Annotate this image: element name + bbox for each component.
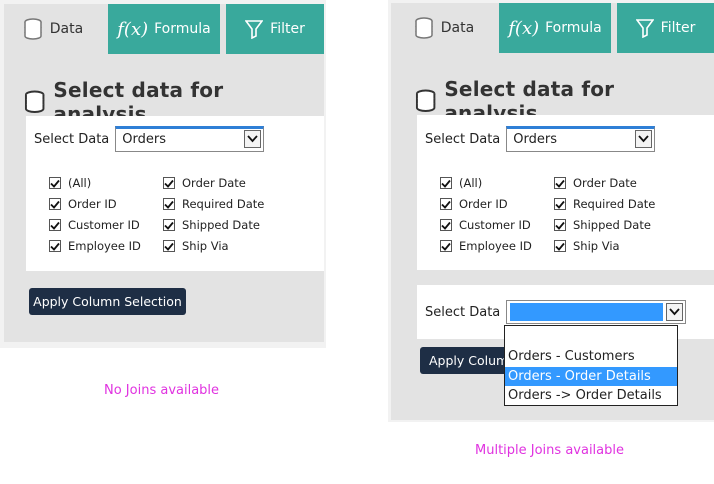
checkmark-icon	[554, 240, 566, 252]
tab-data[interactable]: Data	[4, 4, 102, 54]
tab-filter[interactable]: Filter	[617, 3, 714, 53]
filter-icon	[245, 19, 264, 39]
chevron-down-icon[interactable]	[244, 130, 262, 148]
column-checkbox[interactable]: Order ID	[49, 197, 117, 211]
checkmark-icon	[440, 198, 452, 210]
checkmark-icon	[554, 177, 566, 189]
column-selection-box: Select Data Orders (All) Order ID Custom…	[26, 116, 324, 271]
select-data-dropdown[interactable]: Orders	[506, 126, 656, 152]
checkmark-icon	[554, 198, 566, 210]
database-icon	[23, 18, 43, 40]
apply-column-selection-button[interactable]: Apply Colum	[420, 347, 516, 374]
left-tab-bar: Data f(x) Formula Filter	[4, 4, 324, 54]
checkmark-icon	[163, 177, 175, 189]
select-data-row: Select Data Orders	[425, 126, 656, 152]
dropdown-selection-highlight	[510, 303, 664, 321]
filter-icon	[635, 18, 654, 38]
tab-formula[interactable]: f(x) Formula	[499, 3, 611, 53]
checkmark-icon	[49, 240, 61, 252]
caption-no-joins: No Joins available	[104, 383, 220, 398]
function-icon: f(x)	[508, 17, 540, 39]
list-item[interactable]: Orders - Customers	[505, 347, 677, 366]
list-item[interactable]: Orders - Order Details	[505, 367, 677, 386]
apply-column-selection-button[interactable]: Apply Column Selection	[29, 288, 186, 315]
column-checkbox[interactable]: Employee ID	[440, 239, 532, 253]
tab-data[interactable]: Data	[395, 3, 493, 53]
column-checkbox[interactable]: Order ID	[440, 197, 508, 211]
list-item[interactable]: Orders -> Order Details	[505, 386, 677, 405]
join-select-dropdown[interactable]	[506, 300, 687, 324]
left-panel: Data f(x) Formula Filter Select data for…	[4, 4, 324, 342]
column-checkbox[interactable]: Employee ID	[49, 239, 141, 253]
function-icon: f(x)	[117, 18, 149, 40]
join-options-listbox[interactable]: Orders - Customers Orders - Order Detail…	[504, 325, 678, 406]
database-icon	[414, 17, 434, 39]
column-checkbox[interactable]: Shipped Date	[163, 218, 260, 232]
column-checkbox[interactable]: Customer ID	[49, 218, 140, 232]
column-checkbox[interactable]: Order Date	[163, 176, 246, 190]
select-data-label: Select Data	[425, 131, 501, 147]
right-tab-bar: Data f(x) Formula Filter	[391, 3, 714, 53]
column-checkbox[interactable]: Ship Via	[163, 239, 229, 253]
database-icon	[415, 89, 436, 112]
chevron-down-icon[interactable]	[666, 303, 684, 321]
select-data-dropdown[interactable]: Orders	[115, 126, 265, 152]
column-checkbox[interactable]: Ship Via	[554, 239, 620, 253]
database-icon	[24, 90, 45, 113]
column-checkbox[interactable]: Shipped Date	[554, 218, 651, 232]
checkmark-icon	[49, 177, 61, 189]
checkmark-icon	[163, 219, 175, 231]
checkmark-icon	[554, 219, 566, 231]
column-checkbox[interactable]: Customer ID	[440, 218, 531, 232]
caption-multiple-joins: Multiple Joins available	[475, 443, 624, 458]
column-selection-box: Select Data Orders (All) Order ID Custom…	[417, 115, 714, 270]
column-checkbox[interactable]: Order Date	[554, 176, 637, 190]
column-checkbox[interactable]: Required Date	[554, 197, 655, 211]
chevron-down-icon[interactable]	[635, 130, 653, 148]
checkmark-icon	[440, 219, 452, 231]
checkmark-icon	[440, 177, 452, 189]
column-checkbox[interactable]: Required Date	[163, 197, 264, 211]
checkmark-icon	[49, 219, 61, 231]
tab-formula[interactable]: f(x) Formula	[108, 4, 220, 54]
checkmark-icon	[49, 198, 61, 210]
tab-filter[interactable]: Filter	[226, 4, 324, 54]
checkmark-icon	[163, 198, 175, 210]
column-checkbox[interactable]: (All)	[440, 176, 482, 190]
join-select-row: Select Data	[425, 300, 687, 324]
select-data-label: Select Data	[425, 304, 501, 320]
select-data-row: Select Data Orders	[34, 126, 265, 152]
column-checkbox[interactable]: (All)	[49, 176, 91, 190]
select-data-label: Select Data	[34, 131, 110, 147]
checkmark-icon	[440, 240, 452, 252]
checkmark-icon	[163, 240, 175, 252]
